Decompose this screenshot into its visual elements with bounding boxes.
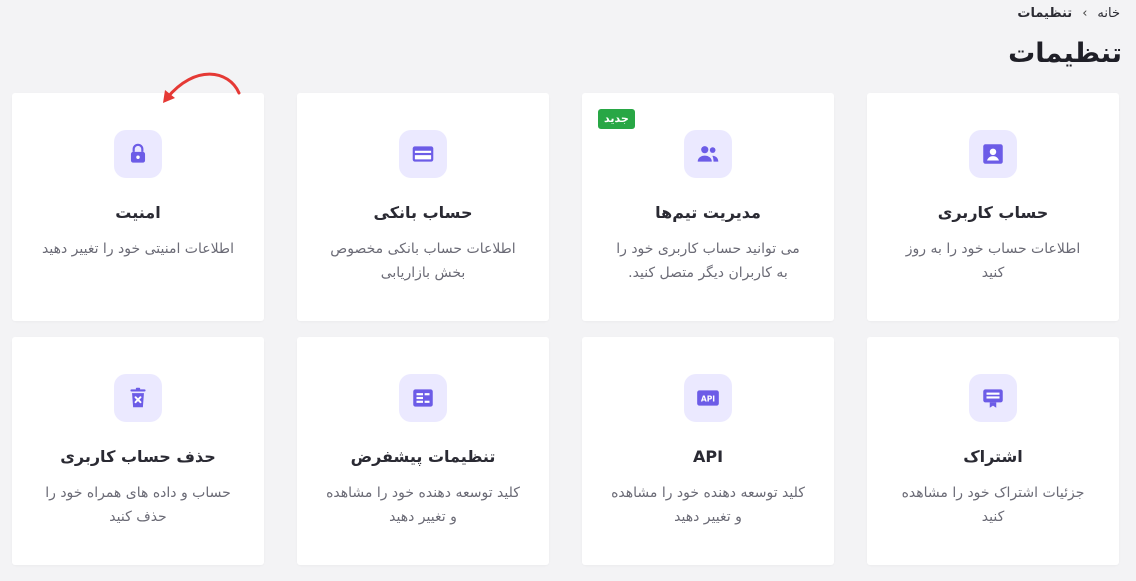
card-description: می توانید حساب کاربری خود را به کاربران …: [616, 241, 800, 281]
card-title: حذف حساب کاربری: [60, 447, 216, 466]
card-title: تنظیمات پیشفرض: [350, 447, 496, 466]
settings-cards-grid: حساب کاربری اطلاعات حساب خود را به روز ک…: [12, 93, 1119, 565]
page-title: تنظیمات: [1008, 38, 1122, 69]
breadcrumb-home[interactable]: خانه: [1097, 6, 1120, 21]
card-title: API: [692, 447, 724, 466]
card-description: اطلاعات حساب بانکی مخصوص بخش بازاریابی: [330, 241, 516, 281]
card-team-management[interactable]: جدید مدیریت تیم‌ها می توانید حساب کاربری…: [582, 93, 834, 321]
card-bank-account[interactable]: حساب بانکی اطلاعات حساب بانکی مخصوص بخش …: [297, 93, 549, 321]
delete-account-icon: [114, 374, 162, 422]
card-default-settings[interactable]: تنظیمات پیشفرض کلید توسعه دهنده خود را م…: [297, 337, 549, 565]
breadcrumb: خانه › تنظیمات: [1017, 6, 1120, 21]
card-description: کلید توسعه دهنده خود را مشاهده و تغییر د…: [326, 485, 520, 525]
card-subscription[interactable]: اشتراک جزئیات اشتراک خود را مشاهده کنید: [867, 337, 1119, 565]
card-title: حساب کاربری: [937, 203, 1049, 222]
advanced-settings-icon: [399, 374, 447, 422]
card-title: مدیریت تیم‌ها: [655, 203, 761, 222]
api-icon: API: [684, 374, 732, 422]
card-description: کلید توسعه دهنده خود را مشاهده و تغییر د…: [611, 485, 805, 525]
annotation-arrow-icon: [163, 72, 241, 103]
card-security[interactable]: امنیت اطلاعات امنیتی خود را تغییر دهید: [12, 93, 264, 321]
card-description: حساب و داده های همراه خود را حذف کنید: [45, 485, 231, 525]
card-title: امنیت: [115, 203, 161, 222]
card-title: اشتراک: [963, 447, 1023, 466]
card-description: اطلاعات حساب خود را به روز کنید: [905, 241, 1081, 281]
lock-icon: [114, 130, 162, 178]
settings-page: خانه › تنظیمات تنظیمات حساب کاربری اطلاع…: [0, 0, 1136, 581]
card-description: جزئیات اشتراک خود را مشاهده کنید: [901, 485, 1085, 525]
card-description: اطلاعات امنیتی خود را تغییر دهید: [42, 241, 234, 257]
card-api[interactable]: API API کلید توسعه دهنده خود را مشاهده و…: [582, 337, 834, 565]
breadcrumb-current: تنظیمات: [1017, 6, 1073, 21]
bank-card-icon: [399, 130, 447, 178]
subscription-icon: [969, 374, 1017, 422]
card-user-account[interactable]: حساب کاربری اطلاعات حساب خود را به روز ک…: [867, 93, 1119, 321]
user-account-icon: [969, 130, 1017, 178]
card-delete-account[interactable]: حذف حساب کاربری حساب و داده های همراه خو…: [12, 337, 264, 565]
new-badge: جدید: [598, 109, 635, 129]
api-icon-label: API: [701, 394, 715, 403]
card-title: حساب بانکی: [373, 203, 473, 222]
team-icon: [684, 130, 732, 178]
chevron-left-icon: ›: [1082, 6, 1088, 21]
